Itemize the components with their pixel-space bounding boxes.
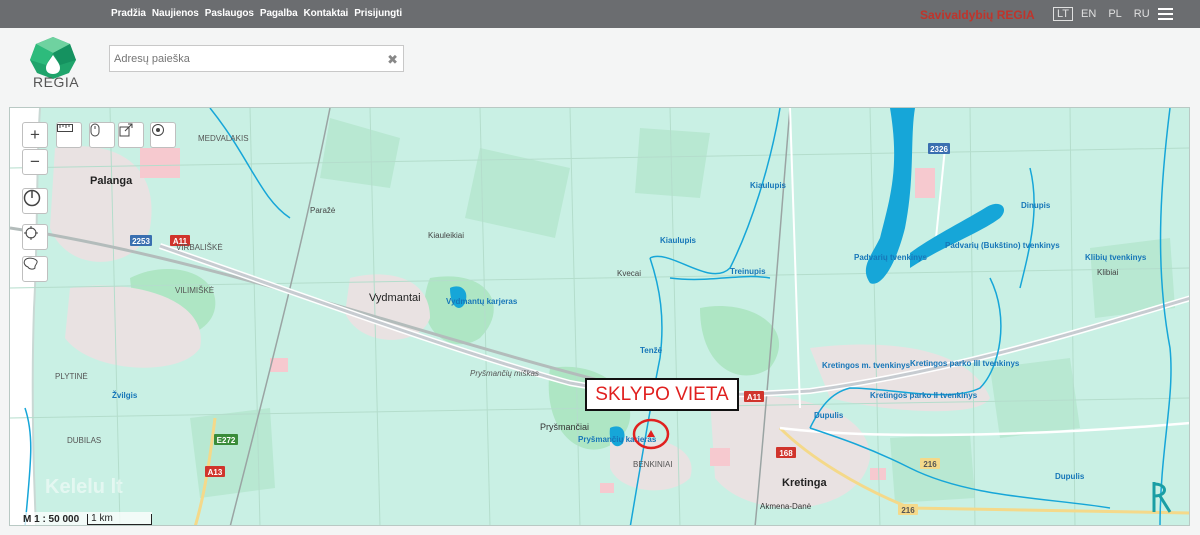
- nav-item-home[interactable]: Pradžia: [111, 8, 146, 19]
- locate-icon[interactable]: [150, 122, 176, 148]
- place-vydmantai: Vydmantai: [369, 292, 421, 304]
- address-search: ✖: [109, 45, 404, 72]
- map-watermark: Kelelu lt: [45, 476, 123, 498]
- lang-lt[interactable]: LT: [1053, 7, 1074, 21]
- place-kvecai: Kvecai: [617, 269, 641, 278]
- compass-icon[interactable]: [22, 188, 48, 214]
- top-nav: Pradžia Naujienos Paslaugos Pagalba Kont…: [111, 8, 402, 19]
- water-bukstino-tvenkinys: Padvarių (Bukštino) tvenkinys: [945, 241, 1060, 250]
- road-shield-2326: 2326: [930, 145, 948, 154]
- site-location-label: SKLYPO VIETA: [585, 378, 739, 411]
- mouse-icon[interactable]: [89, 122, 115, 148]
- water-kiaulupis-2: Kiaulupis: [750, 181, 787, 190]
- scale-distance: 1 km: [87, 514, 153, 525]
- place-palanga: Palanga: [90, 175, 133, 187]
- brand-title: Savivaldybių REGIA: [920, 8, 1035, 22]
- water-prysmanciu-karjeras: Pryšmančių karjeras: [578, 435, 657, 444]
- place-virbaliske: VIRBALIŠKĖ: [176, 243, 223, 252]
- road-shield-216: 216: [923, 460, 937, 469]
- water-zvilgis: Žvilgis: [112, 391, 138, 400]
- nav-item-services[interactable]: Paslaugos: [205, 8, 254, 19]
- place-akmena-dane: Akmena-Danė: [760, 502, 812, 511]
- clear-search-icon[interactable]: ✖: [387, 52, 398, 68]
- scale-bar: M 1 : 50 000 1 km: [19, 512, 153, 525]
- nav-item-login[interactable]: Prisijungti: [354, 8, 402, 19]
- water-treinupis: Treinupis: [730, 267, 766, 276]
- zoom-in-icon[interactable]: +: [22, 122, 48, 148]
- water-klibiu-tvenkinys: Klibių tvenkinys: [1085, 253, 1147, 262]
- water-kiaulupis: Kiaulupis: [660, 236, 697, 245]
- lang-ru[interactable]: RU: [1130, 7, 1154, 21]
- water-padvariu-tvenkinys: Padvarių tvenkinys: [854, 253, 927, 262]
- water-kretingos-parko-ii: Kretingos parko II tvenkinys: [870, 391, 978, 400]
- zoom-out-icon[interactable]: −: [22, 149, 48, 175]
- map-canvas[interactable]: 2253 A11 A11 E272 A13 168 216 216 2326 P…: [10, 108, 1190, 526]
- road-shield-e272: E272: [217, 436, 236, 445]
- water-tenze: Tenžė: [640, 346, 663, 355]
- place-dubilas: DUBILAS: [67, 436, 101, 445]
- place-kiauleikiai: Kiauleikiai: [428, 231, 464, 240]
- road-shield-216: 216: [901, 506, 915, 515]
- place-vilimiske: VILIMIŠKĖ: [175, 286, 214, 295]
- nav-item-help[interactable]: Pagalba: [260, 8, 298, 19]
- place-prysmanciai: Pryšmančiai: [540, 422, 589, 432]
- draw-area-icon[interactable]: [22, 256, 48, 282]
- place-plytine: PLYTINĖ: [55, 372, 88, 381]
- place-klibiai: Klibiai: [1097, 268, 1119, 277]
- road-shield-a11: A11: [747, 393, 762, 402]
- road-shield-168: 168: [779, 449, 793, 458]
- language-switcher: LT EN PL RU: [1053, 7, 1154, 21]
- scale-ratio: M 1 : 50 000: [23, 514, 80, 525]
- place-benkiniai: BENKINIAI: [633, 460, 673, 469]
- place-medvalakis: MEDVALAKIS: [198, 134, 249, 143]
- water-kretingos-tvenkinys: Kretingos m. tvenkinys: [822, 361, 911, 370]
- place-prysmanciu-miskas: Pryšmančių miškas: [470, 369, 539, 378]
- road-shield-2253: 2253: [132, 237, 150, 246]
- menu-icon[interactable]: [1158, 8, 1173, 20]
- place-kretinga: Kretinga: [782, 477, 828, 489]
- lang-en[interactable]: EN: [1077, 7, 1100, 21]
- water-dupulis: Dupulis: [814, 411, 844, 420]
- top-bar: Pradžia Naujienos Paslaugos Pagalba Kont…: [0, 0, 1200, 28]
- lang-pl[interactable]: PL: [1104, 7, 1125, 21]
- logo-text: REGIA: [33, 74, 80, 90]
- share-icon[interactable]: [118, 122, 144, 148]
- measure-icon[interactable]: [56, 122, 82, 148]
- nav-item-contacts[interactable]: Kontaktai: [304, 8, 349, 19]
- crosshair-icon[interactable]: [22, 224, 48, 250]
- water-kretingos-parko-iii: Kretingos parko III tvenkinys: [910, 359, 1020, 368]
- road-shield-a13: A13: [208, 468, 223, 477]
- water-dupulis-2: Dupulis: [1055, 472, 1085, 481]
- nav-item-news[interactable]: Naujienos: [152, 8, 199, 19]
- map-view[interactable]: 2253 A11 A11 E272 A13 168 216 216 2326 P…: [9, 107, 1190, 526]
- address-search-input[interactable]: [110, 46, 380, 71]
- water-dinupis: Dinupis: [1021, 201, 1051, 210]
- place-paraze: Paražė: [310, 206, 336, 215]
- water-vydmantu-karjeras: Vydmantų karjeras: [446, 297, 518, 306]
